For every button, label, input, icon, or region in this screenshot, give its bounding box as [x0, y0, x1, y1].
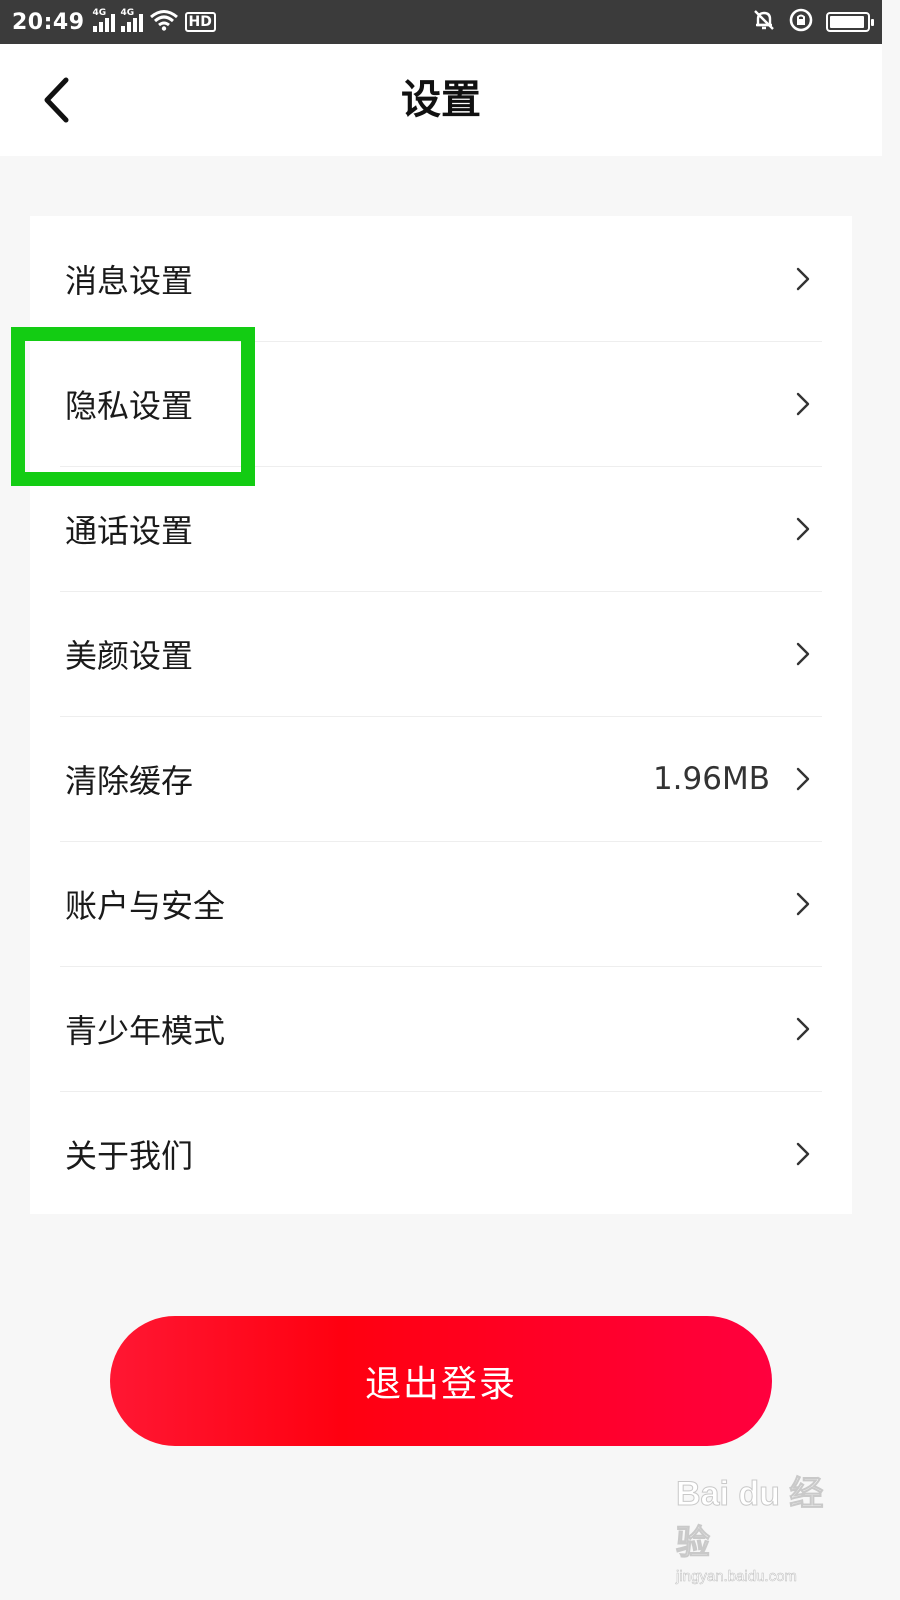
watermark-url: jingyan.baidu.com — [676, 1568, 797, 1586]
chevron-right-icon — [796, 517, 810, 541]
status-bar: 20:49 4G 4G HD — [0, 0, 882, 44]
settings-item-label: 隐私设置 — [65, 386, 194, 425]
settings-item-call[interactable]: 通话设置 — [30, 466, 852, 591]
chevron-right-icon — [796, 267, 810, 291]
settings-item-label: 美颜设置 — [65, 636, 194, 675]
chevron-left-icon — [44, 77, 69, 123]
chevron-right-icon — [796, 892, 810, 916]
rotation-lock-icon — [788, 7, 814, 37]
mute-icon — [752, 8, 776, 36]
chevron-right-icon — [796, 392, 810, 416]
chevron-right-icon — [796, 642, 810, 666]
status-right-icons — [752, 7, 874, 37]
chevron-right-icon — [796, 767, 810, 791]
back-button[interactable] — [30, 70, 82, 130]
settings-item-label: 关于我们 — [65, 1136, 194, 1175]
baidu-jingyan-watermark: Bai du 经验 jingyan.baidu.com — [676, 1466, 846, 1586]
settings-item-label: 青少年模式 — [65, 1011, 226, 1050]
settings-item-privacy[interactable]: 隐私设置 — [30, 341, 852, 466]
network-type-label: 4G — [120, 8, 135, 18]
signal-icon: 4G — [120, 8, 143, 32]
settings-item-account-security[interactable]: 账户与安全 — [30, 841, 852, 966]
settings-item-label: 清除缓存 — [65, 761, 194, 800]
settings-item-teen-mode[interactable]: 青少年模式 — [30, 966, 852, 1091]
status-time: 20:49 — [12, 9, 85, 35]
settings-item-message[interactable]: 消息设置 — [30, 216, 852, 341]
battery-icon — [826, 12, 874, 32]
settings-item-label: 账户与安全 — [65, 886, 226, 925]
chevron-right-icon — [796, 1142, 810, 1166]
status-left-icons: 4G 4G HD — [92, 8, 216, 35]
network-type-label: 4G — [92, 8, 107, 18]
logout-button[interactable]: 退出登录 — [110, 1316, 772, 1446]
settings-item-label: 消息设置 — [65, 261, 194, 300]
page-title: 设置 — [401, 77, 481, 123]
settings-item-clear-cache[interactable]: 清除缓存 1.96MB — [30, 716, 852, 841]
wifi-icon — [149, 9, 179, 35]
chevron-right-icon — [796, 1017, 810, 1041]
signal-icon: 4G — [92, 8, 115, 32]
battery-level — [830, 16, 865, 28]
settings-item-label: 通话设置 — [65, 511, 194, 550]
settings-list: 消息设置 隐私设置 通话设置 美颜设置 清除缓存 1.96MB 账户与安全 青少… — [30, 216, 852, 1214]
settings-item-about-us[interactable]: 关于我们 — [30, 1091, 852, 1216]
hd-icon: HD — [184, 12, 216, 32]
settings-item-beauty[interactable]: 美颜设置 — [30, 591, 852, 716]
cache-size-value: 1.96MB — [652, 760, 770, 797]
watermark-logo: Bai du 经验 — [676, 1475, 824, 1563]
app-header: 设置 — [0, 44, 882, 156]
